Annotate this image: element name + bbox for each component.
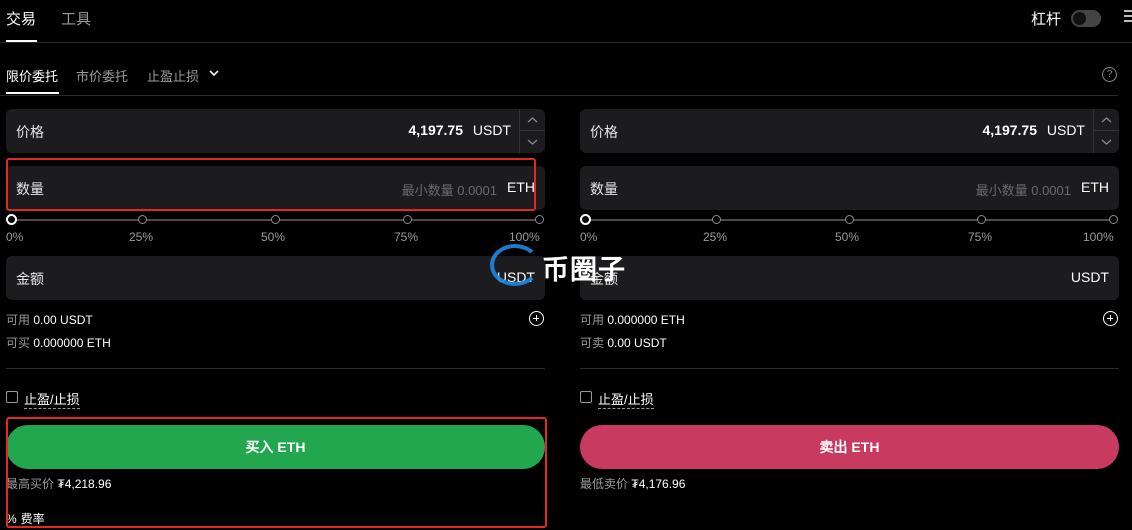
buy-percent-slider[interactable]: 0% 25% 50% 75% 100%: [6, 210, 545, 244]
quantity-unit: ETH: [507, 179, 535, 195]
available-balance: 可用 0.000000 ETH: [580, 311, 685, 328]
price-unit: USDT: [1046, 122, 1085, 138]
price-label: 价格: [16, 124, 44, 140]
buy-button[interactable]: 买入 ETH: [6, 425, 545, 469]
available-label: 可用: [6, 313, 31, 327]
sell-panel: 价格 4,197.75 USDT 数量 最小数量 0.0001 ETH 0% 2…: [580, 0, 1120, 530]
decrement-button[interactable]: [520, 131, 545, 153]
divider: [6, 368, 545, 369]
sell-button[interactable]: 卖出 ETH: [580, 425, 1119, 469]
slider-label: 25%: [129, 230, 154, 244]
slider-stop-50[interactable]: [271, 215, 280, 224]
percent-icon: %: [6, 512, 17, 526]
increment-button[interactable]: [520, 109, 545, 131]
price-stepper: [519, 109, 545, 153]
quantity-placeholder[interactable]: 最小数量 0.0001: [402, 180, 497, 199]
slider-label: 0%: [6, 230, 24, 244]
price-label: 价格: [590, 124, 618, 140]
price-value[interactable]: 4,197.75: [983, 122, 1038, 138]
watermark-text: 币圈子: [542, 255, 626, 286]
sell-percent-slider[interactable]: 0% 25% 50% 75% 100%: [580, 210, 1119, 244]
buy-panel: 价格 4,197.75 USDT 数量 最小数量 0.0001 ETH 0% 2…: [6, 0, 546, 530]
quantity-placeholder[interactable]: 最小数量 0.0001: [976, 180, 1071, 199]
slider-label: 100%: [1083, 230, 1114, 244]
slider-stop-75[interactable]: [977, 215, 986, 224]
best-ask-value: ₮4,176.96: [631, 477, 686, 491]
chevron-down-icon: [1101, 139, 1112, 145]
quantity-unit: ETH: [1081, 179, 1109, 195]
chevron-up-icon: [527, 117, 538, 123]
chevron-down-icon: [527, 139, 538, 145]
add-funds-icon[interactable]: [1103, 311, 1118, 326]
max-buy-value: 0.000000 ETH: [33, 336, 111, 350]
slider-label: 50%: [835, 230, 860, 244]
amount-label: 金额: [16, 271, 44, 287]
slider-handle[interactable]: [6, 214, 17, 225]
fee-rate[interactable]: % 费率: [6, 510, 45, 527]
sell-amount-field[interactable]: 金额 USDT: [580, 256, 1119, 300]
tpsl-checkbox[interactable]: [6, 391, 18, 403]
slider-stop-50[interactable]: [845, 215, 854, 224]
increment-button[interactable]: [1094, 109, 1119, 131]
buy-quantity-field[interactable]: 数量 最小数量 0.0001 ETH: [6, 166, 545, 210]
max-sell-value: 0.00 USDT: [607, 336, 667, 350]
available-value: 0.000000 ETH: [607, 313, 685, 327]
max-sell-label: 可卖: [580, 336, 605, 350]
price-unit: USDT: [472, 122, 511, 138]
max-buy: 可买 0.000000 ETH: [6, 334, 111, 351]
price-value[interactable]: 4,197.75: [409, 122, 464, 138]
divider: [580, 368, 1119, 369]
slider-label: 50%: [261, 230, 286, 244]
available-label: 可用: [580, 313, 605, 327]
slider-handle[interactable]: [580, 214, 591, 225]
quantity-label: 数量: [16, 181, 44, 197]
tpsl-checkbox[interactable]: [580, 391, 592, 403]
chevron-up-icon: [1101, 117, 1112, 123]
available-balance: 可用 0.00 USDT: [6, 311, 93, 328]
slider-label: 75%: [394, 230, 419, 244]
slider-stop-100[interactable]: [1109, 215, 1118, 224]
fee-label: 费率: [20, 512, 45, 526]
slider-stop-25[interactable]: [138, 215, 147, 224]
sell-quantity-field[interactable]: 数量 最小数量 0.0001 ETH: [580, 166, 1119, 210]
menu-icon[interactable]: [1124, 10, 1132, 24]
best-ask-label: 最低卖价: [580, 477, 629, 491]
tpsl-label[interactable]: 止盈/止损: [598, 389, 654, 409]
price-stepper: [1093, 109, 1119, 153]
add-funds-icon[interactable]: [529, 311, 544, 326]
best-bid-value: ₮4,218.96: [57, 477, 112, 491]
tpsl-label[interactable]: 止盈/止损: [24, 389, 80, 409]
slider-label: 75%: [968, 230, 993, 244]
best-ask: 最低卖价 ₮4,176.96: [580, 475, 685, 492]
available-value: 0.00 USDT: [33, 313, 93, 327]
quantity-label: 数量: [590, 181, 618, 197]
decrement-button[interactable]: [1094, 131, 1119, 153]
slider-stop-100[interactable]: [535, 215, 544, 224]
buy-price-field[interactable]: 价格 4,197.75 USDT: [6, 109, 545, 153]
watermark-logo: 币圈子: [490, 240, 640, 290]
buy-amount-field[interactable]: 金额 USDT: [6, 256, 545, 300]
best-bid: 最高买价 ₮4,218.96: [6, 475, 111, 492]
max-buy-label: 可买: [6, 336, 31, 350]
slider-label: 25%: [703, 230, 728, 244]
logo-ring-icon: [490, 244, 540, 286]
amount-unit: USDT: [1070, 269, 1109, 285]
slider-stop-25[interactable]: [712, 215, 721, 224]
sell-price-field[interactable]: 价格 4,197.75 USDT: [580, 109, 1119, 153]
max-sell: 可卖 0.00 USDT: [580, 334, 667, 351]
best-bid-label: 最高买价: [6, 477, 55, 491]
slider-stop-75[interactable]: [403, 215, 412, 224]
